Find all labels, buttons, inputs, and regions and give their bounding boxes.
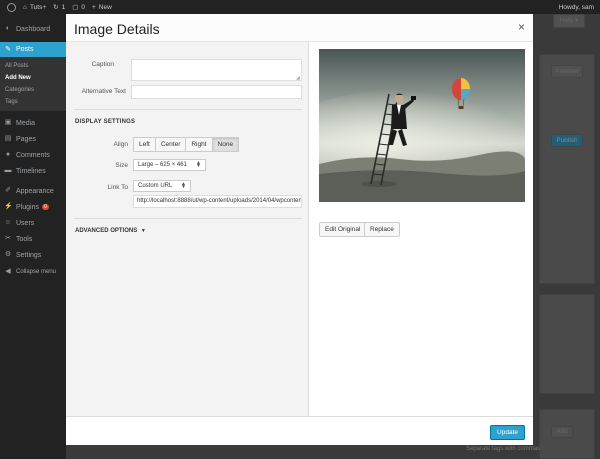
replace-button[interactable]: Replace <box>364 222 400 237</box>
section-divider <box>74 109 302 110</box>
modal-footer: Update <box>66 416 533 445</box>
timeline-icon: ▬ <box>4 167 12 174</box>
image-details-modal: Image Details × Caption ◢ Alternative Te… <box>66 14 533 445</box>
select-arrows-icon: ▲ ▼ <box>196 160 201 169</box>
comments-link[interactable]: ▢ 0 <box>72 3 85 12</box>
sidebar-item-users[interactable]: ☺ Users <box>0 217 66 229</box>
display-settings-heading: DISPLAY SETTINGS <box>75 119 136 125</box>
sidebar-item-settings[interactable]: ⚙ Settings <box>0 249 66 261</box>
admin-bar: ⌂ Tuts+ ↻ 1 ▢ 0 + New Howdy, sam <box>0 0 600 14</box>
wordpress-logo-icon[interactable] <box>7 2 16 12</box>
sidebar-item-plugins[interactable]: ⚡ Plugins 0 <box>0 201 66 213</box>
publish-box <box>539 54 595 284</box>
site-name-link[interactable]: ⌂ Tuts+ <box>23 4 46 11</box>
caption-textarea[interactable] <box>131 59 302 81</box>
align-right-button[interactable]: Right <box>185 137 213 152</box>
updates-link[interactable]: ↻ 1 <box>53 3 65 12</box>
sidebar-item-collapse[interactable]: ◀ Collapse menu <box>0 266 66 278</box>
section-divider <box>74 218 302 219</box>
sidebar-item-appearance[interactable]: ✐ Appearance <box>0 185 66 197</box>
caret-down-icon: ▼ <box>140 228 146 234</box>
admin-sidebar: ◐ Dashboard ✎ Posts All Posts Add New Ca… <box>0 14 66 459</box>
sidebar-item-dashboard[interactable]: ◐ Dashboard <box>0 22 66 36</box>
close-icon[interactable]: × <box>518 20 525 34</box>
wrench-icon: ✂ <box>5 235 11 242</box>
align-button-group: Left Center Right None <box>133 137 240 152</box>
select-arrows-icon: ▲ ▼ <box>181 181 186 190</box>
submenu-tags[interactable]: Tags <box>5 99 18 105</box>
pages-icon: ▤ <box>4 135 12 142</box>
sidebar-item-comments[interactable]: ● Comments <box>0 149 66 161</box>
link-url-input[interactable]: http://localhost:8888/ut/wp-content/uplo… <box>133 195 302 208</box>
advanced-options-toggle[interactable]: ADVANCED OPTIONS ▼ <box>75 228 146 234</box>
settings-icon: ⚙ <box>4 251 12 258</box>
submenu-categories[interactable]: Categories <box>5 87 34 93</box>
help-tab[interactable]: Help ▾ <box>553 14 585 28</box>
image-preview-pane: Edit Original Replace <box>310 42 533 416</box>
collapse-icon: ◀ <box>5 268 11 275</box>
account-menu[interactable]: Howdy, sam <box>559 4 594 11</box>
new-content-link[interactable]: + New <box>92 4 112 11</box>
pin-icon: ✎ <box>5 45 11 53</box>
categories-box <box>539 294 595 394</box>
update-button[interactable]: Update <box>490 425 525 440</box>
size-label: Size <box>115 162 128 169</box>
sidebar-item-timelines[interactable]: ▬ Timelines <box>0 165 66 177</box>
size-select-value: Large – 625 × 461 <box>138 162 187 168</box>
preview-button[interactable]: Preview <box>551 65 583 78</box>
media-icon: ▣ <box>4 119 12 126</box>
plus-icon: + <box>92 3 96 11</box>
submenu-all-posts[interactable]: All Posts <box>5 63 28 69</box>
settings-pane: Caption ◢ Alternative Text DISPLAY SETTI… <box>66 42 309 416</box>
comment-bubble-icon: ▢ <box>72 4 79 11</box>
home-icon: ⌂ <box>23 3 27 11</box>
add-tag-button[interactable]: Add <box>551 426 573 438</box>
align-center-button[interactable]: Center <box>154 137 187 152</box>
publish-button[interactable]: Publish <box>551 134 583 147</box>
modal-title: Image Details <box>74 21 160 37</box>
link-to-select[interactable]: Custom URL ▲ ▼ <box>133 180 191 192</box>
align-label: Align <box>113 141 128 148</box>
sidebar-item-posts[interactable]: ✎ Posts <box>0 42 66 57</box>
brush-icon: ✐ <box>5 187 11 194</box>
plug-icon: ⚡ <box>4 203 13 210</box>
users-icon: ☺ <box>4 219 12 226</box>
tags-hint: Separate tags with commas <box>466 446 541 452</box>
resize-grip-icon: ◢ <box>296 75 300 81</box>
edit-original-button[interactable]: Edit Original <box>319 222 367 237</box>
caption-label: Caption <box>91 61 114 68</box>
sidebar-item-media[interactable]: ▣ Media <box>0 117 66 129</box>
align-none-button[interactable]: None <box>211 137 240 152</box>
comments-icon: ● <box>5 151 11 158</box>
updates-icon: ↻ <box>53 4 59 11</box>
dashboard-icon: ◐ <box>5 25 11 32</box>
alt-text-input[interactable] <box>131 85 302 99</box>
sidebar-item-pages[interactable]: ▤ Pages <box>0 133 66 145</box>
link-to-label: Link To <box>107 184 128 191</box>
submenu-add-new[interactable]: Add New <box>5 75 31 81</box>
plugins-update-badge: 0 <box>41 204 49 210</box>
align-left-button[interactable]: Left <box>133 137 156 152</box>
size-select[interactable]: Large – 625 × 461 ▲ ▼ <box>133 159 206 171</box>
image-preview <box>319 49 525 202</box>
posts-submenu: All Posts Add New Categories Tags <box>0 57 66 111</box>
link-to-select-value: Custom URL <box>138 183 173 189</box>
sidebar-item-tools[interactable]: ✂ Tools <box>0 233 66 245</box>
alt-text-label: Alternative Text <box>81 88 126 95</box>
